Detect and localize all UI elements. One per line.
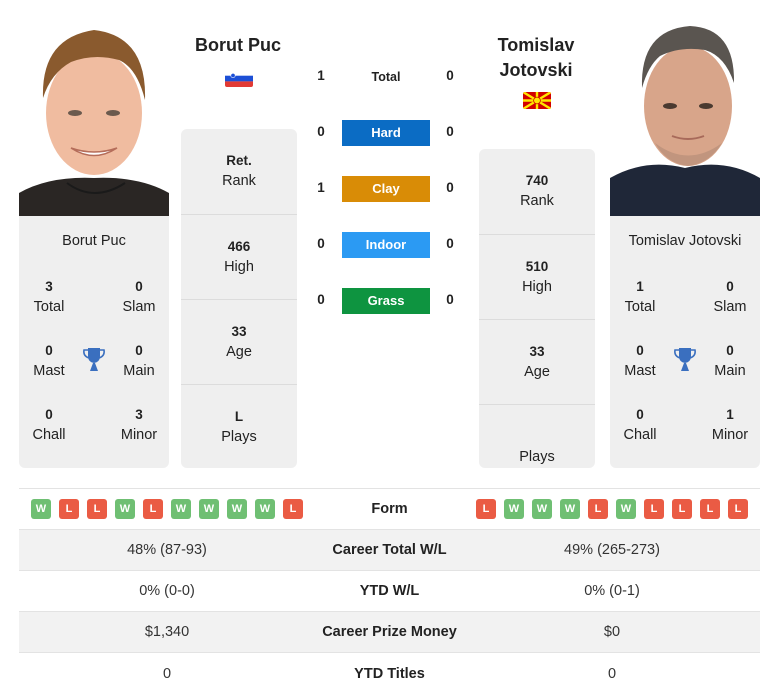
titles-main: 0 Main [714, 343, 746, 379]
form-loss-badge[interactable]: L [476, 499, 496, 519]
player-right-name[interactable]: Tomislav Jotovski [476, 33, 596, 83]
surface-grass-badge: Grass [342, 288, 430, 314]
player-right-ranking-card: 740 Rank 510 High 33 Age Plays [479, 149, 595, 468]
form-win-badge[interactable]: W [115, 499, 135, 519]
ytd-titles-right: 0 [607, 665, 617, 682]
north-macedonia-flag-icon [523, 92, 551, 109]
player-right-card-name: Tomislav Jotovski [628, 233, 742, 249]
surface-indoor-badge: Indoor [342, 232, 430, 258]
table-row: 0 YTD Titles 0 [19, 653, 760, 694]
form-win-badge[interactable]: W [199, 499, 219, 519]
ytd-wl-right: 0% (0-1) [584, 583, 640, 599]
career-total-left: 48% (87-93) [127, 542, 207, 558]
titles-chall: 0 Chall [623, 407, 657, 443]
h2h-hard-row: 0 Hard 0 [310, 120, 460, 146]
high-cell: 510 High [479, 234, 595, 319]
player-left-name[interactable]: Borut Puc [178, 33, 298, 58]
ytd-wl-left: 0% (0-0) [139, 583, 195, 599]
player-right-photo-image [610, 18, 760, 216]
rank-cell: 740 Rank [520, 173, 554, 209]
age-cell: 33 Age [181, 299, 297, 384]
form-row: WLLWLWWWWL Form LWWWLWLLLL [19, 489, 760, 530]
form-loss-badge[interactable]: L [700, 499, 720, 519]
slovenia-flag-icon [225, 70, 253, 87]
form-win-badge[interactable]: W [504, 499, 524, 519]
player-left-titles-card: Borut Puc 3 Total 0 Slam 0 Mast 0 Main 0… [19, 216, 169, 468]
h2h-total-label: Total [371, 70, 401, 84]
player-right-form: LWWWLWLLLL [464, 499, 760, 519]
h2h-clay-row: 1 Clay 0 [310, 176, 460, 202]
table-row: $1,340 Career Prize Money $0 [19, 612, 760, 653]
rank-cell: Ret. Rank [222, 153, 256, 189]
player-right-titles-card: Tomislav Jotovski 1 Total 0 Slam 0 Mast … [610, 216, 760, 468]
table-row: 0% (0-0) YTD W/L 0% (0-1) [19, 571, 760, 612]
h2h-grass-row: 0 Grass 0 [310, 288, 460, 314]
ytd-titles-label: YTD Titles [354, 665, 425, 682]
player-left-ranking-card: Ret. Rank 466 High 33 Age L Plays [181, 129, 297, 468]
h2h-indoor-row: 0 Indoor 0 [310, 232, 460, 258]
form-win-badge[interactable]: W [227, 499, 247, 519]
age-cell: 33 Age [479, 319, 595, 404]
form-loss-badge[interactable]: L [283, 499, 303, 519]
player-left-form: WLLWLWWWWL [19, 499, 315, 519]
titles-chall: 0 Chall [32, 407, 66, 443]
form-loss-badge[interactable]: L [672, 499, 692, 519]
form-win-badge[interactable]: W [560, 499, 580, 519]
prize-money-right: $0 [603, 624, 621, 640]
surface-clay-badge: Clay [342, 176, 430, 202]
trophy-icon [83, 348, 105, 371]
titles-slam: 0 Slam [713, 279, 747, 315]
titles-total: 1 Total [624, 279, 656, 315]
form-loss-badge[interactable]: L [644, 499, 664, 519]
player-left-photo-image [19, 18, 169, 216]
form-loss-badge[interactable]: L [143, 499, 163, 519]
comparison-table: WLLWLWWWWL Form LWWWLWLLLL 48% (87-93) C… [19, 488, 760, 694]
form-loss-badge[interactable]: L [588, 499, 608, 519]
form-win-badge[interactable]: W [616, 499, 636, 519]
titles-total: 3 Total [33, 279, 65, 315]
plays-cell: L Plays [181, 384, 297, 469]
form-label: Form [371, 501, 408, 517]
trophy-icon [674, 348, 696, 371]
form-loss-badge[interactable]: L [59, 499, 79, 519]
form-win-badge[interactable]: W [255, 499, 275, 519]
titles-mast: 0 Mast [33, 343, 65, 379]
career-total-label: Career Total W/L [332, 542, 447, 558]
high-cell: 466 High [181, 214, 297, 299]
career-total-right: 49% (265-273) [564, 542, 660, 558]
form-loss-badge[interactable]: L [87, 499, 107, 519]
titles-main: 0 Main [123, 343, 155, 379]
plays-cell: Plays [479, 404, 595, 489]
titles-minor: 3 Minor [120, 407, 158, 443]
surface-hard-badge: Hard [342, 120, 430, 146]
ytd-wl-label: YTD W/L [359, 583, 420, 599]
ytd-titles-left: 0 [162, 665, 172, 682]
titles-mast: 0 Mast [624, 343, 656, 379]
form-loss-badge[interactable]: L [728, 499, 748, 519]
player-right-photo [610, 18, 760, 216]
player-left-photo [19, 18, 169, 216]
form-win-badge[interactable]: W [532, 499, 552, 519]
player-left-card-name: Borut Puc [62, 233, 126, 249]
titles-slam: 0 Slam [122, 279, 156, 315]
form-win-badge[interactable]: W [171, 499, 191, 519]
prize-money-left: $1,340 [144, 624, 190, 640]
form-win-badge[interactable]: W [31, 499, 51, 519]
h2h-total-row: 1 Total 0 [310, 64, 460, 90]
table-row: 48% (87-93) Career Total W/L 49% (265-27… [19, 530, 760, 571]
prize-money-label: Career Prize Money [322, 624, 457, 640]
titles-minor: 1 Minor [711, 407, 749, 443]
